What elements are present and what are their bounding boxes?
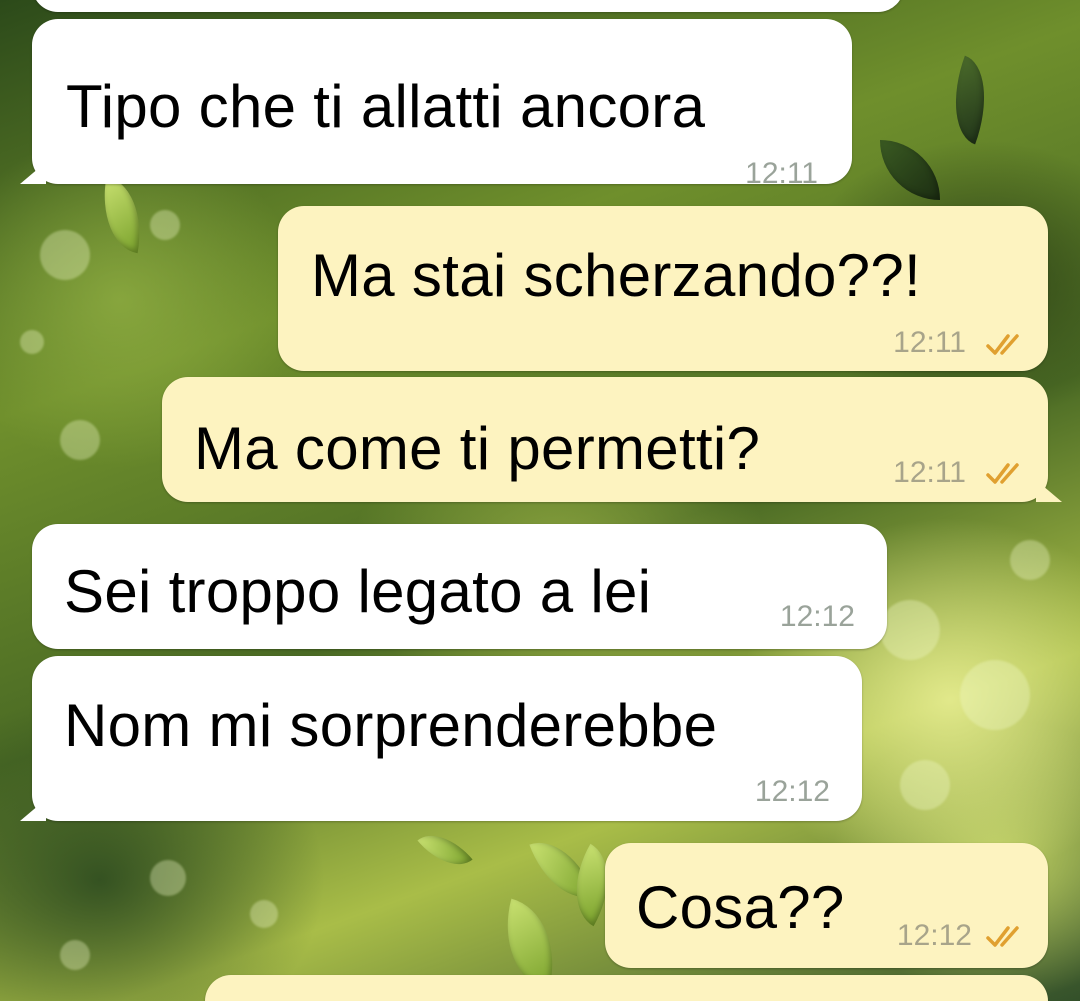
message-text: Nom mi sorprenderebbe: [64, 692, 718, 759]
message-bubble-incoming[interactable]: Tipo che ti allatti ancora 12:11: [32, 19, 852, 190]
double-check-icon: [986, 463, 1019, 484]
double-check-icon: [986, 334, 1019, 355]
message-bubble-outgoing[interactable]: [205, 975, 1048, 1001]
message-bubble-outgoing[interactable]: Ma come ti permetti? 12:11: [162, 377, 1048, 502]
message-text: Ma come ti permetti?: [194, 415, 761, 482]
message-timestamp: 12:12: [896, 919, 972, 952]
message-bubble-incoming[interactable]: [32, 0, 904, 12]
message-timestamp: 12:11: [745, 157, 818, 190]
message-text: Sei troppo legato a lei: [64, 558, 652, 625]
message-text: Ma stai scherzando??!: [311, 242, 921, 309]
message-timestamp: 12:12: [779, 600, 855, 633]
message-bubble-incoming[interactable]: Sei troppo legato a lei 12:12: [32, 524, 887, 649]
message-text: Tipo che ti allatti ancora: [66, 73, 706, 140]
message-bubble-outgoing[interactable]: Cosa?? 12:12: [605, 843, 1048, 968]
message-timestamp: 12:12: [754, 775, 830, 808]
message-timestamp: 12:11: [893, 326, 966, 359]
message-bubble-incoming[interactable]: Nom mi sorprenderebbe 12:12: [32, 656, 862, 821]
double-check-icon: [986, 926, 1019, 947]
message-text: Cosa??: [636, 874, 845, 941]
message-timestamp: 12:11: [893, 456, 966, 489]
message-bubble-outgoing[interactable]: Ma stai scherzando??! 12:11: [278, 206, 1048, 371]
